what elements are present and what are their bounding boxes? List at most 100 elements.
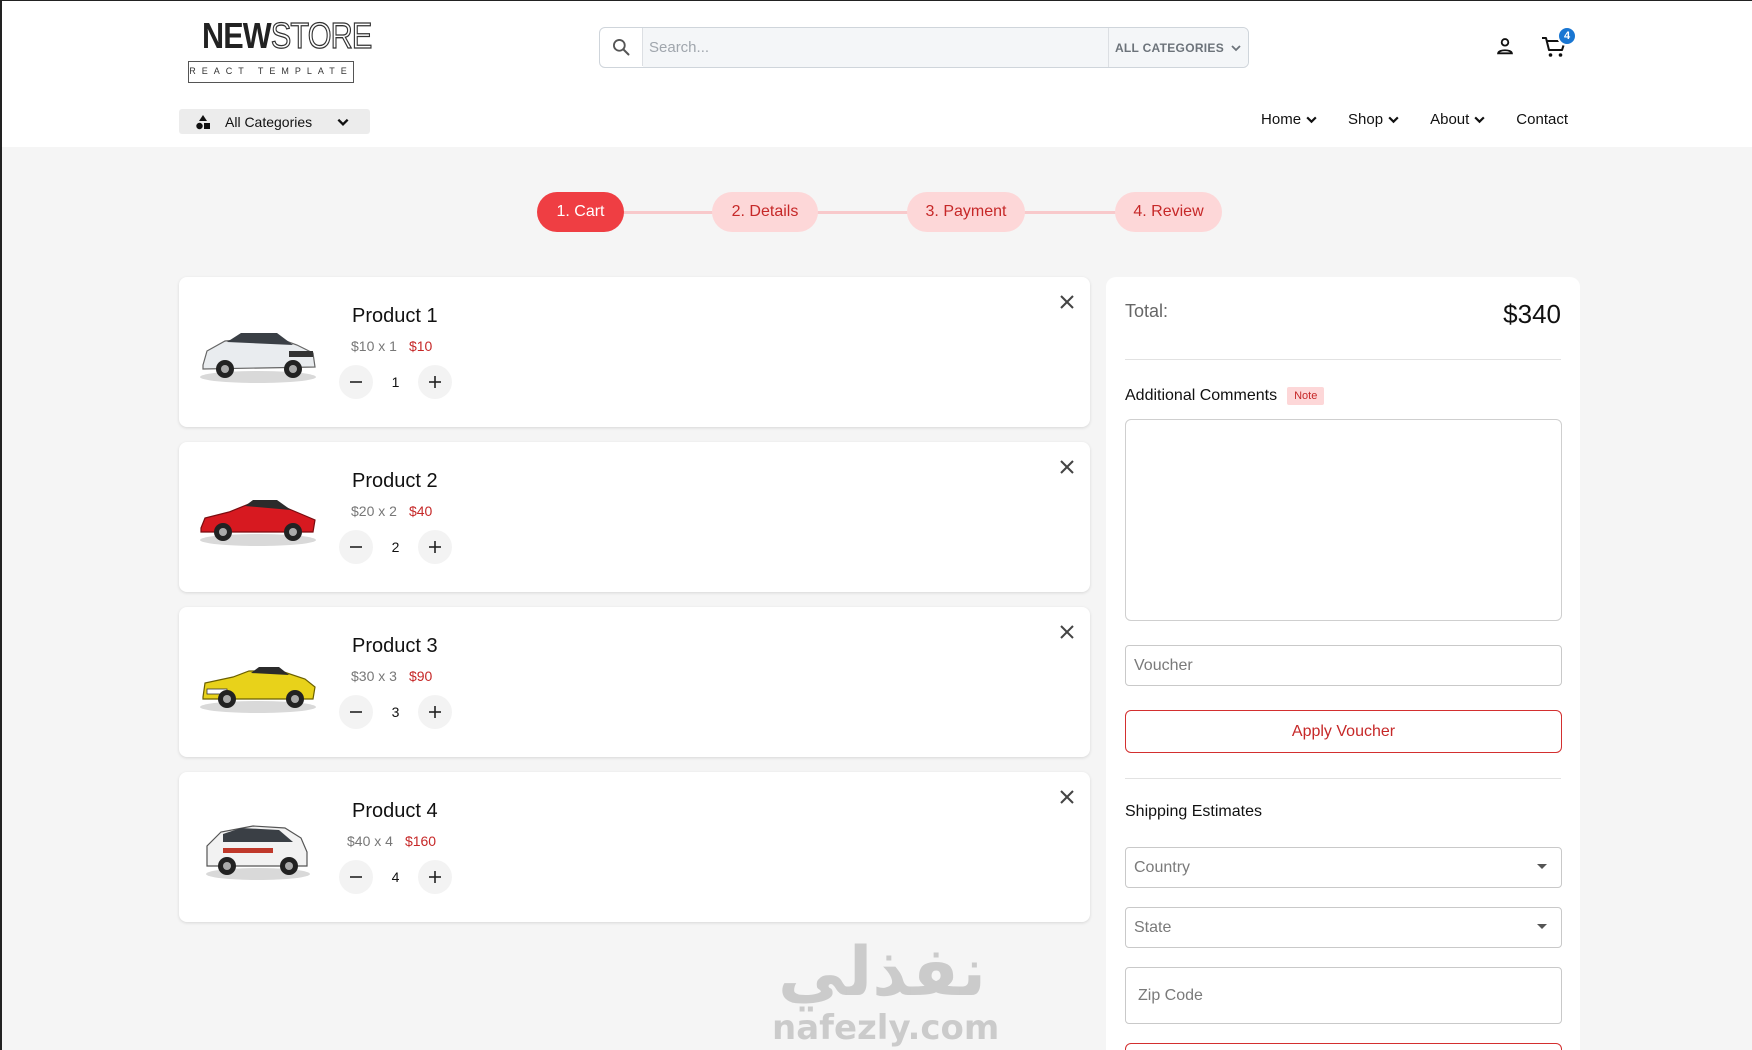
- product-price: $40 x 4 $160: [347, 833, 436, 849]
- product-name: Product 4: [352, 800, 438, 822]
- line-total: $10: [408, 338, 433, 354]
- product-price: $20 x 2 $40: [351, 503, 432, 519]
- line-total: $160: [404, 833, 437, 849]
- order-summary: Total: $340 Additional Comments Note App…: [1106, 277, 1580, 1050]
- quantity-stepper: 2: [339, 530, 452, 564]
- chevron-down-icon: [1388, 116, 1399, 124]
- state-select-label: State: [1134, 918, 1172, 936]
- search-icon[interactable]: [600, 28, 643, 66]
- increase-button[interactable]: [418, 365, 452, 399]
- increase-button[interactable]: [418, 530, 452, 564]
- product-image: [200, 667, 316, 713]
- categories-shapes-icon: [196, 114, 210, 129]
- stepper-connector: [587, 211, 1182, 214]
- voucher-input[interactable]: [1125, 645, 1562, 686]
- estimate-shipping-button[interactable]: [1125, 1043, 1562, 1050]
- dropdown-arrow-icon: [1537, 924, 1547, 929]
- quantity-stepper: 3: [339, 695, 452, 729]
- product-image: [206, 825, 310, 880]
- quantity-value: 2: [391, 539, 400, 555]
- product-image: [200, 500, 316, 546]
- chevron-down-icon: [1306, 116, 1317, 124]
- remove-item-close-icon[interactable]: [1056, 456, 1078, 478]
- nav-home[interactable]: Home: [1261, 111, 1318, 128]
- search-input[interactable]: [643, 28, 1108, 67]
- shipping-estimates-heading: Shipping Estimates: [1125, 803, 1262, 820]
- logo-tagline: REACT TEMPLATE: [188, 61, 354, 83]
- plus-icon: [429, 541, 441, 553]
- nafezly-watermark: نفذلي nafezly.com: [772, 939, 1000, 1050]
- note-badge: Note: [1287, 387, 1325, 405]
- total-label: Total:: [1125, 301, 1169, 321]
- minus-icon: [350, 711, 362, 713]
- store-logo[interactable]: NEWSTORE REACT TEMPLATE: [188, 14, 373, 83]
- cart-item: Product 4 $40 x 4 $160 4: [179, 772, 1090, 922]
- step-cart[interactable]: 1. Cart: [537, 192, 624, 232]
- user-icon[interactable]: [1494, 35, 1516, 57]
- cart-item: Product 3 $30 x 3 $90 3: [179, 607, 1090, 757]
- total-value: $340: [1503, 299, 1561, 329]
- cart-item: Product 1 $10 x 1 $10 1: [179, 277, 1090, 427]
- all-categories-label: All Categories: [225, 113, 313, 130]
- country-select-label: Country: [1134, 858, 1191, 876]
- nav-contact[interactable]: Contact: [1516, 111, 1568, 128]
- quantity-stepper: 1: [339, 365, 452, 399]
- increase-button[interactable]: [418, 860, 452, 894]
- plus-icon: [429, 871, 441, 883]
- unit-price: $40 x 4: [347, 833, 393, 849]
- nav-about[interactable]: About: [1430, 111, 1486, 128]
- quantity-value: 1: [391, 374, 400, 390]
- nav-home-label: Home: [1261, 111, 1302, 128]
- zip-code-input[interactable]: [1125, 967, 1562, 1024]
- country-select[interactable]: Country: [1125, 847, 1562, 888]
- chevron-down-icon: [337, 118, 349, 126]
- chevron-down-icon: [1231, 44, 1241, 51]
- product-price: $30 x 3 $90: [351, 668, 432, 684]
- remove-item-close-icon[interactable]: [1056, 786, 1078, 808]
- quantity-value: 4: [391, 869, 400, 885]
- product-image: [200, 333, 316, 383]
- step-review[interactable]: 4. Review: [1115, 192, 1222, 232]
- minus-icon: [350, 381, 362, 383]
- step-details[interactable]: 2. Details: [712, 192, 818, 232]
- unit-price: $30 x 3: [351, 668, 397, 684]
- comments-heading: Additional Comments Note: [1125, 387, 1325, 405]
- quantity-value: 3: [391, 704, 400, 720]
- comments-label: Additional Comments: [1125, 387, 1278, 404]
- search-category-dropdown[interactable]: ALL CATEGORIES: [1108, 28, 1248, 67]
- line-total: $40: [408, 503, 433, 519]
- product-name: Product 2: [352, 470, 438, 492]
- comments-textarea[interactable]: [1125, 419, 1562, 621]
- nav-contact-label: Contact: [1516, 111, 1568, 128]
- product-name: Product 1: [352, 305, 438, 327]
- minus-icon: [350, 546, 362, 548]
- unit-price: $10 x 1: [351, 338, 397, 354]
- increase-button[interactable]: [418, 695, 452, 729]
- watermark-latin: nafezly.com: [772, 1008, 1000, 1048]
- line-total: $90: [408, 668, 433, 684]
- minus-icon: [350, 876, 362, 878]
- decrease-button[interactable]: [339, 365, 373, 399]
- decrease-button[interactable]: [339, 860, 373, 894]
- plus-icon: [429, 376, 441, 388]
- quantity-stepper: 4: [339, 860, 452, 894]
- step-payment[interactable]: 3. Payment: [907, 192, 1025, 232]
- all-categories-dropdown[interactable]: All Categories: [179, 109, 370, 134]
- divider: [1125, 359, 1561, 360]
- state-select[interactable]: State: [1125, 907, 1562, 948]
- apply-voucher-button[interactable]: Apply Voucher: [1125, 710, 1562, 753]
- dropdown-arrow-icon: [1537, 864, 1547, 869]
- nav-shop-label: Shop: [1348, 111, 1384, 128]
- remove-item-close-icon[interactable]: [1056, 291, 1078, 313]
- unit-price: $20 x 2: [351, 503, 397, 519]
- checkout-stepper: 1. Cart 2. Details 3. Payment 4. Review: [537, 192, 1222, 232]
- nav-shop[interactable]: Shop: [1348, 111, 1400, 128]
- product-price: $10 x 1 $10: [351, 338, 432, 354]
- search-category-label: ALL CATEGORIES: [1114, 40, 1225, 55]
- search-bar: ALL CATEGORIES: [599, 27, 1249, 68]
- decrease-button[interactable]: [339, 695, 373, 729]
- chevron-down-icon: [1474, 116, 1485, 124]
- remove-item-close-icon[interactable]: [1056, 621, 1078, 643]
- divider: [1125, 778, 1561, 779]
- decrease-button[interactable]: [339, 530, 373, 564]
